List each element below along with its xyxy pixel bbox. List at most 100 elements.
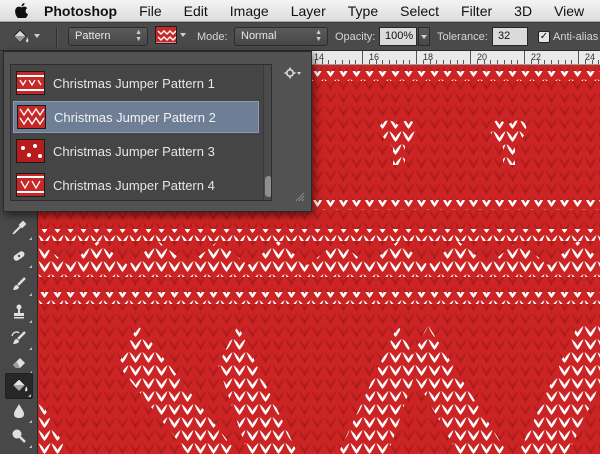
pattern-swatch: [155, 26, 177, 44]
tool-flyout-indicator: [28, 394, 31, 397]
menu-type[interactable]: Type: [337, 3, 389, 19]
menu-view[interactable]: View: [543, 3, 595, 19]
ruler-tick: [395, 60, 397, 64]
pattern-label: Christmas Jumper Pattern 4: [53, 177, 215, 193]
ruler-label: 22: [531, 52, 542, 62]
opacity-slider-button[interactable]: [418, 27, 430, 46]
ruler-tick: [503, 60, 505, 64]
paint-bucket-icon: [11, 378, 27, 392]
pattern-item[interactable]: Christmas Jumper Pattern 4: [13, 169, 259, 200]
ruler-label: 24: [585, 52, 596, 62]
ruler-tick: [551, 60, 552, 64]
pattern-thumbnail: [17, 105, 46, 129]
pattern-item-selected[interactable]: Christmas Jumper Pattern 2: [13, 101, 259, 133]
tool-preset-picker[interactable]: [10, 26, 44, 47]
pattern-swatch-button[interactable]: [155, 26, 187, 46]
eraser-tool[interactable]: [5, 349, 33, 375]
history-brush-icon: [11, 331, 26, 344]
ruler-tick: [335, 60, 336, 64]
paint-bucket-icon: [13, 28, 29, 43]
mode-value: Normal: [241, 30, 277, 42]
gear-icon[interactable]: [284, 66, 302, 84]
fill-source-dropdown[interactable]: Pattern ▲ ▼: [68, 27, 148, 46]
menu-select[interactable]: Select: [389, 3, 450, 19]
history-brush-tool[interactable]: [5, 325, 33, 351]
pattern-label: Christmas Jumper Pattern 2: [54, 109, 216, 125]
ruler-tick: [510, 60, 512, 64]
menu-file[interactable]: File: [128, 3, 173, 19]
scrollbar-thumb[interactable]: [265, 176, 271, 197]
chevron-down-icon: [180, 33, 186, 37]
bandage-icon: [13, 251, 25, 261]
clone-stamp-tool[interactable]: [5, 298, 33, 324]
ruler-tick: [314, 60, 316, 64]
ruler-tick: [341, 60, 343, 64]
menu-bar: Photoshop File Edit Image Layer Type Sel…: [0, 0, 600, 22]
ruler-tick: [578, 51, 579, 64]
pattern-thumbnail: [16, 173, 45, 197]
divider: [56, 27, 58, 47]
pattern-label: Christmas Jumper Pattern 1: [53, 75, 215, 91]
updown-arrows-icon: ▲ ▼: [315, 29, 322, 43]
paint-bucket-tool[interactable]: [5, 373, 33, 399]
pattern-thumbnail: [16, 71, 45, 95]
eyedropper-icon: [12, 220, 27, 235]
ruler-tick: [348, 60, 350, 64]
ruler-tick: [517, 60, 519, 64]
ruler-tick: [544, 60, 546, 64]
ruler-tick: [557, 60, 559, 64]
ruler-label: 18: [423, 52, 434, 62]
menu-layer[interactable]: Layer: [280, 3, 337, 19]
pattern-item[interactable]: Christmas Jumper Pattern 3: [13, 135, 259, 167]
ruler-tick: [537, 60, 539, 64]
blur-tool[interactable]: [5, 398, 33, 424]
chevron-down-icon: [34, 34, 40, 38]
ruler-tick: [571, 60, 573, 64]
apple-menu-icon[interactable]: [6, 3, 36, 18]
tolerance-label: Tolerance:: [437, 31, 488, 43]
fill-source-value: Pattern: [75, 30, 111, 42]
tool-flyout-indicator: [29, 320, 32, 323]
mode-dropdown[interactable]: Normal ▲ ▼: [234, 27, 328, 46]
pattern-thumbnail: [16, 139, 45, 163]
ruler-tick: [409, 60, 411, 64]
brush-tool[interactable]: [5, 271, 33, 297]
tool-flyout-indicator: [29, 445, 32, 448]
ruler-tick: [416, 51, 417, 64]
eyedropper-tool[interactable]: [5, 215, 33, 241]
eraser-icon: [13, 358, 25, 368]
menu-edit[interactable]: Edit: [173, 3, 219, 19]
opacity-field[interactable]: 100%: [379, 27, 417, 46]
ruler-tick: [375, 60, 377, 64]
updown-arrows-icon: ▲ ▼: [135, 29, 142, 43]
menu-3d[interactable]: 3D: [503, 3, 543, 19]
ruler-tick: [362, 51, 363, 64]
tool-flyout-indicator: [29, 293, 32, 296]
opacity-value: 100%: [385, 30, 414, 42]
app-menu-photoshop[interactable]: Photoshop: [36, 3, 128, 19]
brush-icon: [13, 277, 26, 290]
menu-filter[interactable]: Filter: [450, 3, 503, 19]
pattern-item[interactable]: Christmas Jumper Pattern 1: [13, 67, 259, 99]
dodge-tool[interactable]: [5, 423, 33, 449]
ruler-tick: [382, 60, 384, 64]
ruler-tick: [389, 60, 390, 64]
ruler-tick: [463, 60, 465, 64]
tolerance-value: 32: [498, 30, 511, 42]
ruler-tick: [443, 60, 444, 64]
pattern-list-scrollbar[interactable]: [263, 65, 271, 200]
spot-healing-brush-tool[interactable]: [5, 243, 33, 269]
ruler-tick: [470, 51, 471, 64]
ruler-tick: [564, 60, 566, 64]
resize-grip-icon[interactable]: [295, 189, 305, 207]
anti-alias-checkbox[interactable]: ✓: [538, 31, 550, 43]
menu-image[interactable]: Image: [219, 3, 280, 19]
ruler-tick: [476, 60, 478, 64]
ruler-tick: [530, 60, 532, 64]
ruler-tick: [591, 60, 593, 64]
tolerance-field[interactable]: 32: [492, 27, 528, 46]
ruler-tick: [328, 60, 330, 64]
pattern-list[interactable]: Christmas Jumper Pattern 1 Christmas Jum…: [10, 64, 272, 201]
ruler-tick: [598, 60, 600, 64]
ruler-tick: [490, 60, 492, 64]
